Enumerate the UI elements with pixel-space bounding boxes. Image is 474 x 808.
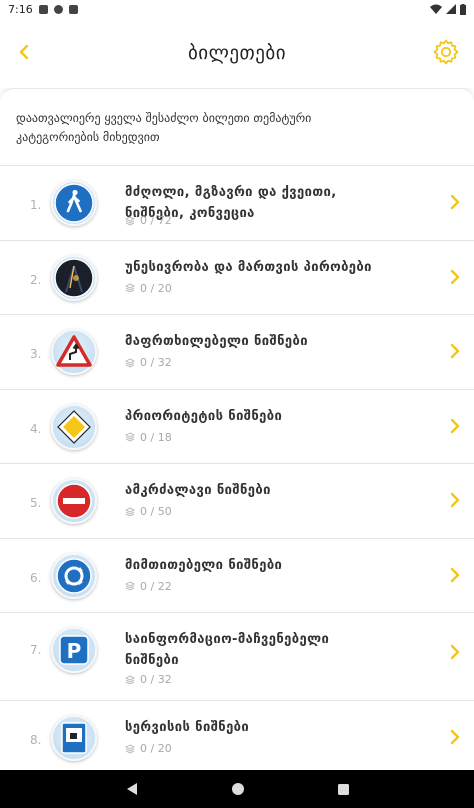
chevron-right-icon bbox=[450, 492, 460, 508]
warning-sign-icon bbox=[51, 329, 97, 375]
category-item-6[interactable]: 6. მიმთითებელი ნიშნები 0 / 22 bbox=[0, 539, 474, 613]
priority-road-sign-icon bbox=[51, 403, 97, 450]
category-number: 8. bbox=[30, 733, 42, 747]
category-title: პრიორიტეტის ნიშნები bbox=[125, 408, 283, 424]
system-navigation-bar bbox=[0, 770, 474, 808]
chevron-right-icon bbox=[450, 343, 460, 359]
gear-icon bbox=[433, 39, 459, 65]
category-item-7[interactable]: 7. P საინფორმაციო-მაჩვენებელი ნიშნები 0 … bbox=[0, 613, 474, 701]
night-road-icon bbox=[51, 254, 97, 301]
progress-indicator: 0 / 32 bbox=[125, 673, 172, 686]
settings-button[interactable] bbox=[432, 38, 460, 66]
chevron-right-icon bbox=[450, 729, 460, 745]
progress-indicator: 0 / 18 bbox=[125, 431, 172, 444]
battery-icon bbox=[460, 3, 466, 15]
no-entry-sign-icon bbox=[51, 478, 97, 524]
category-number: 1. bbox=[30, 198, 42, 212]
signal-icon bbox=[446, 4, 456, 14]
svg-text:P: P bbox=[67, 639, 82, 663]
category-item-2[interactable]: 2. უნესივრობა და მართვის პირობები 0 / 20 bbox=[0, 241, 474, 315]
status-bar: 7:16 bbox=[0, 0, 474, 18]
content-area: დაათვალიერე ყველა შესაძლო ბილეთი თემატურ… bbox=[0, 88, 474, 770]
category-number: 5. bbox=[30, 496, 42, 510]
stack-icon bbox=[125, 283, 135, 293]
parking-sign-icon: P bbox=[51, 627, 97, 673]
progress-text: 0 / 72 bbox=[140, 214, 172, 227]
category-title: ამკრძალავი ნიშნები bbox=[125, 483, 271, 498]
stack-icon bbox=[125, 506, 135, 517]
stack-icon bbox=[125, 215, 135, 226]
back-button[interactable] bbox=[12, 40, 36, 64]
category-item-1[interactable]: 1. მძღოლი, მგზავრი და ქვეითი, ნიშნები, კ… bbox=[0, 166, 474, 241]
service-sign-icon bbox=[51, 715, 97, 761]
category-title: საინფორმაციო-მაჩვენებელი ნიშნები bbox=[125, 632, 330, 668]
stack-icon bbox=[125, 432, 135, 442]
progress-indicator: 0 / 72 bbox=[125, 214, 172, 227]
home-nav-icon[interactable] bbox=[231, 782, 245, 796]
category-title: უნესივრობა და მართვის პირობები bbox=[125, 259, 372, 275]
chevron-right-icon bbox=[450, 269, 460, 284]
category-title: მიმთითებელი ნიშნები bbox=[125, 557, 283, 573]
category-number: 3. bbox=[30, 347, 42, 361]
category-title: მაფრთხილებელი ნიშნები bbox=[125, 334, 308, 349]
progress-indicator: 0 / 22 bbox=[125, 580, 172, 593]
progress-text: 0 / 32 bbox=[140, 356, 172, 369]
app-notification-icon bbox=[53, 4, 63, 14]
roundabout-sign-icon bbox=[51, 552, 97, 599]
category-title: სერვისის ნიშნები bbox=[125, 720, 250, 735]
chevron-right-icon bbox=[450, 194, 460, 210]
stack-icon bbox=[125, 581, 135, 591]
category-list: 1. მძღოლი, მგზავრი და ქვეითი, ნიშნები, კ… bbox=[0, 166, 474, 770]
category-item-8[interactable]: 8. სერვისის ნიშნები 0 / 20 bbox=[0, 701, 474, 770]
progress-text: 0 / 50 bbox=[140, 505, 172, 518]
back-nav-icon[interactable] bbox=[125, 782, 139, 796]
categories-card: დაათვალიერე ყველა შესაძლო ბილეთი თემატურ… bbox=[0, 88, 474, 770]
progress-text: 0 / 20 bbox=[140, 281, 172, 295]
progress-text: 0 / 18 bbox=[140, 430, 172, 444]
status-time: 7:16 bbox=[8, 2, 33, 16]
stack-icon bbox=[125, 743, 135, 754]
wifi-icon bbox=[430, 4, 442, 14]
category-item-3[interactable]: 3. მაფრთხილებელი ნიშნები 0 / 32 bbox=[0, 315, 474, 390]
category-number: 6. bbox=[30, 570, 42, 585]
chevron-right-icon bbox=[450, 644, 460, 660]
progress-indicator: 0 / 20 bbox=[125, 742, 172, 755]
category-number: 2. bbox=[30, 272, 42, 287]
category-item-4[interactable]: 4. პრიორიტეტის ნიშნები 0 / 18 bbox=[0, 390, 474, 464]
progress-indicator: 0 / 20 bbox=[125, 282, 172, 295]
description-text: დაათვალიერე ყველა შესაძლო ბილეთი თემატურ… bbox=[16, 111, 312, 144]
progress-text: 0 / 32 bbox=[140, 673, 172, 686]
progress-text: 0 / 22 bbox=[140, 579, 172, 593]
progress-indicator: 0 / 50 bbox=[125, 505, 172, 518]
progress-text: 0 / 20 bbox=[140, 742, 172, 755]
stack-icon bbox=[125, 674, 135, 685]
sd-card-icon bbox=[68, 4, 78, 14]
category-item-5[interactable]: 5. ამკრძალავი ნიშნები 0 / 50 bbox=[0, 464, 474, 539]
page-title: ბილეთები bbox=[187, 42, 287, 64]
chevron-right-icon bbox=[450, 418, 460, 433]
notification-icon bbox=[38, 4, 48, 14]
stack-icon bbox=[125, 357, 135, 368]
category-number: 7. bbox=[30, 643, 42, 657]
recents-nav-icon[interactable] bbox=[337, 783, 350, 796]
pedestrian-sign-icon bbox=[51, 180, 97, 226]
category-number: 4. bbox=[30, 421, 42, 436]
progress-indicator: 0 / 32 bbox=[125, 356, 172, 369]
chevron-right-icon bbox=[450, 567, 460, 582]
chevron-left-icon bbox=[19, 45, 29, 59]
app-bar: ბილეთები bbox=[0, 18, 474, 88]
